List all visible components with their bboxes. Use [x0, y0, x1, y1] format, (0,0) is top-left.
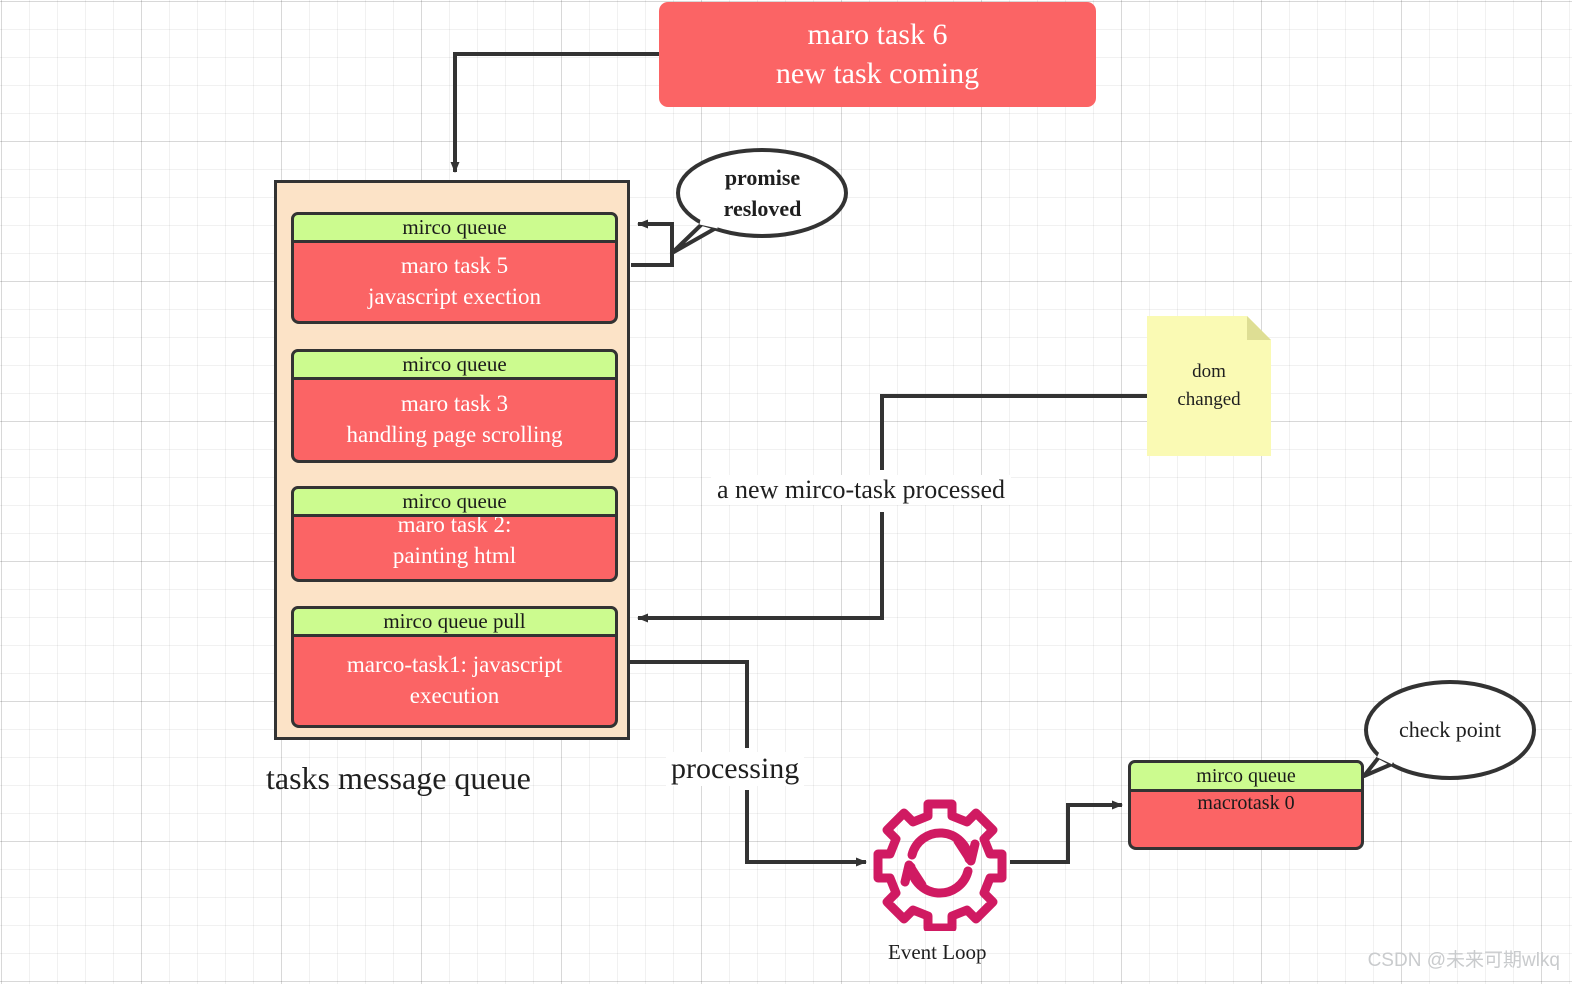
tasks-message-queue-caption: tasks message queue — [266, 760, 531, 796]
queue-item-line1: marco-task1: javascript — [346, 652, 563, 678]
queue-item-body: marco-task1: javascript execution — [294, 637, 615, 725]
diagram-canvas: maro task 6 new task coming mirco queue … — [0, 0, 1572, 984]
checkpoint-bubble-line1: check point — [1398, 716, 1502, 742]
arrow-processing-lower — [745, 790, 867, 867]
microtask-processed-label: a new mirco-task processed — [711, 475, 1012, 505]
queue-item-line1: maro task 5 — [400, 253, 509, 279]
arrow-new-task-to-queue — [450, 52, 659, 173]
queue-item-body: maro task 5 javascript exection — [294, 243, 615, 321]
queue-item-maro-task-5[interactable]: mirco queue maro task 5 javascript exect… — [291, 212, 618, 324]
arrow-eventloop-to-macrotask — [1010, 800, 1123, 864]
queue-item-marco-task-1[interactable]: mirco queue pull marco-task1: javascript… — [291, 606, 618, 728]
queue-item-line2: execution — [409, 683, 500, 708]
arrow-dom-changed-lower — [637, 512, 884, 623]
checkpoint-bubble-tail — [1362, 755, 1394, 778]
checkpoint-bubble-shape — [1364, 680, 1536, 780]
queue-item-body: maro task 3 handling page scrolling — [294, 380, 615, 460]
promise-bubble-line2: resloved — [723, 196, 802, 221]
arrow-promise-loop — [631, 219, 674, 267]
queue-item-line2: painting html — [392, 543, 517, 568]
macrotask-0-header: mirco queue — [1128, 760, 1364, 792]
queue-item-line1: maro task 3 — [400, 391, 509, 417]
promise-bubble-line1: promise — [724, 165, 801, 191]
event-loop-label: Event Loop — [888, 940, 987, 964]
dom-note-line1: dom — [1192, 361, 1226, 383]
check-point-bubble: check point — [1366, 690, 1534, 770]
queue-item-line2: javascript exection — [367, 284, 542, 309]
new-task-line2: new task coming — [775, 56, 980, 90]
promise-resolved-bubble: promise resloved — [680, 155, 845, 233]
arrow-dom-changed-upper — [880, 394, 1147, 470]
promise-bubble-shape — [676, 148, 848, 238]
queue-item-maro-task-3[interactable]: mirco queue maro task 3 handling page sc… — [291, 349, 618, 463]
dom-note-line2: changed — [1177, 389, 1241, 410]
queue-item-header: mirco queue — [291, 486, 618, 517]
new-task-line1: maro task 6 — [807, 18, 948, 52]
watermark: CSDN @未来可期wlkq — [1367, 950, 1560, 971]
macrotask-0-body: macrotask 0 — [1197, 792, 1295, 814]
queue-item-header: mirco queue pull — [291, 606, 618, 637]
dom-changed-note: dom changed — [1147, 316, 1271, 456]
queue-item-header: mirco queue — [291, 349, 618, 380]
processing-label: processing — [666, 752, 805, 786]
arrow-processing-upper — [630, 660, 749, 748]
tasks-message-queue-container: mirco queue maro task 5 javascript exect… — [274, 180, 630, 740]
queue-item-maro-task-2[interactable]: mirco queue maro task 2: painting html — [291, 486, 618, 582]
event-loop-gear-icon — [873, 799, 1007, 931]
new-task-box[interactable]: maro task 6 new task coming — [659, 2, 1096, 107]
queue-item-header: mirco queue — [291, 212, 618, 243]
promise-bubble-tail — [670, 222, 718, 255]
queue-item-line2: handling page scrolling — [346, 422, 563, 447]
macrotask-0-box[interactable]: mirco queue macrotask 0 — [1128, 760, 1364, 850]
